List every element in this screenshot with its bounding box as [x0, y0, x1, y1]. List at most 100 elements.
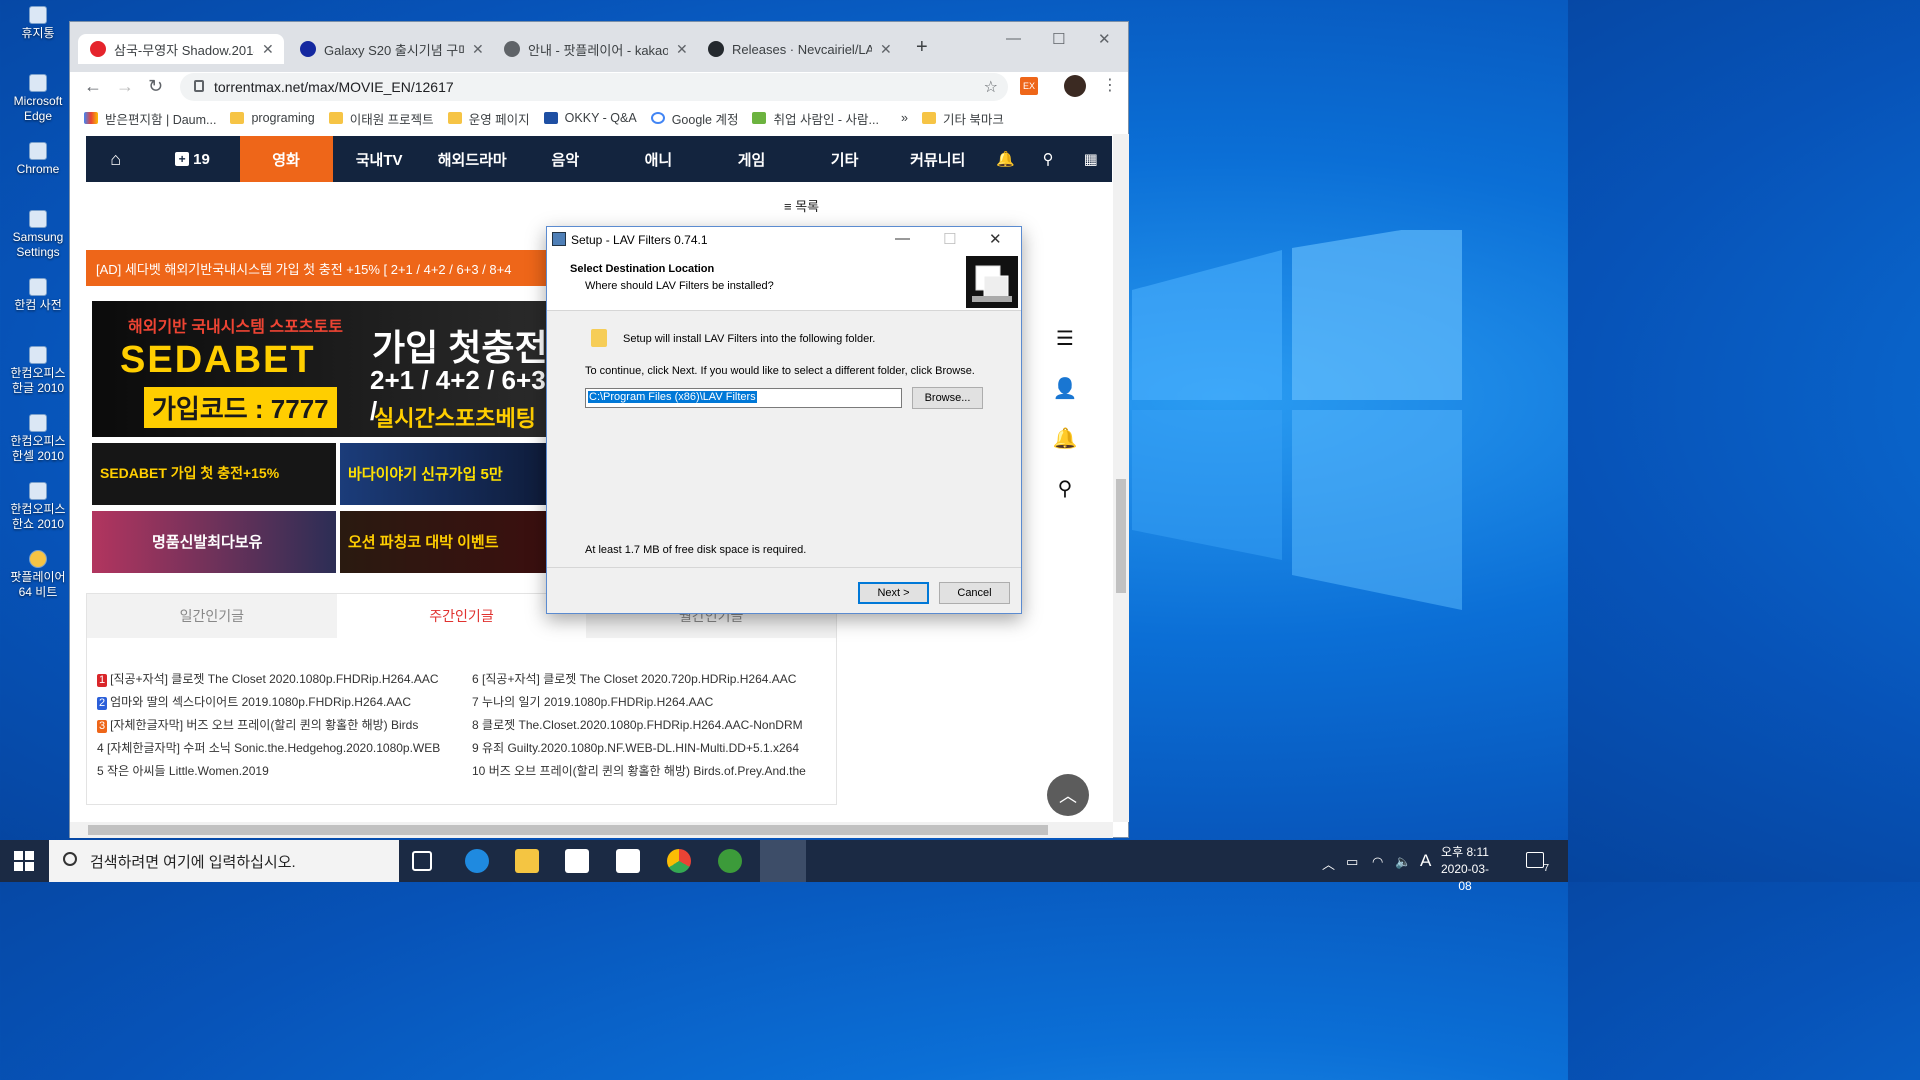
tab-close-icon[interactable]: ✕	[880, 41, 892, 58]
other-bookmarks[interactable]: 기타 북마크	[921, 109, 1004, 128]
banner-small[interactable]: SEDABET 가입 첫 충전+15%	[92, 443, 336, 505]
notification-icon[interactable]: 7	[1526, 852, 1549, 874]
vertical-scrollbar[interactable]	[1113, 134, 1129, 822]
reload-icon[interactable]: ↻	[148, 76, 163, 97]
menu-dots-icon[interactable]: ⋮	[1102, 75, 1118, 95]
list-item[interactable]: 8 클로젯 The.Closet.2020.1080p.FHDRip.H264.…	[472, 714, 824, 737]
nav-music[interactable]: 음악	[519, 136, 612, 182]
nav-movie[interactable]: 영화	[239, 136, 333, 182]
desktop-icon-potplayer[interactable]: 팟플레이어 64 비트	[4, 550, 72, 600]
browse-button[interactable]: Browse...	[912, 387, 983, 409]
tab-3[interactable]: 안내 - 팟플레이어 - kakao ✕	[492, 34, 698, 64]
ad-bar[interactable]: [AD] 세다벳 해외기반국내시스템 가입 첫 충전 +15% [ 2+1 / …	[86, 250, 548, 286]
list-item[interactable]: 1 [직공+자석] 클로젯 The Closet 2020.1080p.FHDRi…	[97, 668, 449, 691]
mail-icon[interactable]	[616, 849, 640, 873]
desktop-icon-hancell[interactable]: 한컴오피스 한셀 2010	[4, 414, 72, 464]
nav-korean-tv[interactable]: 국내TV	[333, 136, 426, 182]
bell-icon[interactable]: 🔔	[984, 136, 1027, 182]
bookmark-folder[interactable]: 이태원 프로젝트	[328, 109, 434, 128]
list-item[interactable]: 7 누나의 일기 2019.1080p.FHDRip.H264.AAC	[472, 691, 824, 714]
store-icon[interactable]	[565, 849, 589, 873]
bookmark-folder[interactable]: programing	[230, 111, 315, 125]
bookmarks-overflow[interactable]: »	[901, 111, 908, 125]
bookmark-item[interactable]: OKKY - Q&A	[543, 111, 637, 125]
bookmark-item[interactable]: 취업 사람인 - 사람...	[752, 109, 879, 128]
close-icon[interactable]: ✕	[989, 230, 1002, 248]
desktop-icon-hancom-dict[interactable]: 한컴 사전	[4, 278, 72, 313]
list-item[interactable]: 10 버즈 오브 프레이(할리 퀸의 황홀한 해방) Birds.of.Prey…	[472, 760, 824, 783]
forward-icon[interactable]: →	[116, 76, 134, 97]
search-icon[interactable]: ⚲	[1040, 476, 1090, 526]
setup-taskbar-button[interactable]	[760, 840, 806, 882]
list-item[interactable]: 4 [자체한글자막] 수퍼 소닉 Sonic.the.Hedgehog.2020…	[97, 737, 449, 760]
wifi-icon[interactable]: ◠	[1372, 854, 1383, 870]
nav-etc[interactable]: 기타	[798, 136, 891, 182]
ime-indicator[interactable]: A	[1420, 851, 1431, 871]
banner-small[interactable]: 바다이야기 신규가입 5만	[340, 443, 548, 505]
cancel-button[interactable]: Cancel	[939, 582, 1010, 604]
nav-adult[interactable]: + 19	[145, 136, 239, 182]
scrollbar-thumb[interactable]	[88, 825, 1048, 835]
desktop-icon-samsung-settings[interactable]: Samsung Settings	[4, 210, 72, 260]
address-bar[interactable]: torrentmax.net/max/MOVIE_EN/12617 ☆	[180, 73, 1008, 101]
nav-foreign-drama[interactable]: 해외드라마	[426, 136, 519, 182]
grid-icon[interactable]: ▦	[1069, 136, 1112, 182]
list-item[interactable]: 5 작은 아씨들 Little.Women.2019	[97, 760, 449, 783]
search-icon[interactable]: ⚲	[1027, 136, 1070, 182]
tab-1[interactable]: 삼국-무영자 Shadow.2018 ✕	[78, 34, 284, 64]
desktop-icon-chrome[interactable]: Chrome	[4, 142, 72, 177]
scrollbar-thumb[interactable]	[1116, 479, 1126, 593]
destination-path-input[interactable]: C:\Program Files (x86)\LAV Filters	[585, 388, 902, 408]
nav-game[interactable]: 게임	[705, 136, 798, 182]
battery-icon[interactable]: ▭	[1346, 854, 1358, 870]
maximize-icon[interactable]: ☐	[1052, 30, 1065, 48]
file-explorer-icon[interactable]	[515, 849, 539, 873]
minimize-icon[interactable]: —	[1006, 30, 1021, 47]
banner-small[interactable]: 명품신발최다보유	[92, 511, 336, 573]
list-item[interactable]: 6 [직공+자석] 클로젯 The Closet 2020.720p.HDRip…	[472, 668, 824, 691]
tab-close-icon[interactable]: ✕	[472, 41, 484, 58]
desktop-icon-recycle-bin[interactable]: 휴지통	[4, 6, 72, 41]
tab-4[interactable]: Releases · Nevcairiel/LAV ✕	[696, 34, 902, 64]
chevron-up-icon[interactable]: ︿	[1322, 854, 1335, 873]
list-item[interactable]: 2 엄마와 딸의 섹스다이어트 2019.1080p.FHDRip.H264.AA…	[97, 691, 449, 714]
desktop-icon-hanshow[interactable]: 한컴오피스 한쇼 2010	[4, 482, 72, 532]
tab-close-icon[interactable]: ✕	[676, 41, 688, 58]
start-button[interactable]	[14, 851, 34, 871]
clock[interactable]: 오후 8:11 2020-03-08	[1440, 844, 1490, 895]
desktop-icon-edge[interactable]: Microsoft Edge	[4, 74, 72, 124]
taskbar-search[interactable]: 검색하려면 여기에 입력하십시오.	[49, 840, 399, 882]
scroll-top-button[interactable]: ︿	[1047, 774, 1089, 816]
banner-main[interactable]: 해외기반 국내시스템 스포츠토토 SEDABET 가입코드 : 7777 가입 …	[92, 301, 548, 437]
tab-daily[interactable]: 일간인기글	[87, 594, 337, 638]
list-item[interactable]: 9 유죄 Guilty.2020.1080p.NF.WEB-DL.HIN-Mul…	[472, 737, 824, 760]
bookmark-item[interactable]: 받은편지함 | Daum...	[84, 109, 216, 128]
bell-icon[interactable]: 🔔	[1040, 426, 1090, 476]
nav-community[interactable]: 커뮤니티	[891, 136, 984, 182]
bookmark-star-icon[interactable]: ☆	[984, 77, 998, 97]
list-item[interactable]: 3 [자체한글자막] 버즈 오브 프레이(할리 퀸의 황홀한 해방) Birds	[97, 714, 449, 737]
banner-small[interactable]: 오션 파칭코 대박 이벤트	[340, 511, 548, 573]
volume-icon[interactable]: 🔈	[1395, 854, 1411, 870]
horizontal-scrollbar[interactable]	[70, 822, 1113, 838]
close-icon[interactable]: ✕	[1098, 30, 1111, 48]
desktop-icon-hangul[interactable]: 한컴오피스 한글 2010	[4, 346, 72, 396]
tab-2[interactable]: Galaxy S20 출시기념 구매 ✕	[288, 34, 494, 64]
next-button[interactable]: Next >	[858, 582, 929, 604]
back-icon[interactable]: ←	[84, 76, 102, 97]
minimize-icon[interactable]: —	[895, 230, 910, 247]
home-icon[interactable]: ⌂	[86, 136, 145, 182]
chrome-icon[interactable]	[667, 849, 691, 873]
bookmark-folder[interactable]: 운영 페이지	[447, 109, 530, 128]
hamburger-icon[interactable]: ☰	[1040, 326, 1090, 376]
user-icon[interactable]: 👤	[1040, 376, 1090, 426]
extension-icon[interactable]: EX	[1020, 77, 1038, 95]
bookmark-item[interactable]: Google 계정	[650, 109, 738, 128]
utorrent-icon[interactable]	[718, 849, 742, 873]
task-view-icon[interactable]	[412, 851, 432, 871]
list-link[interactable]: ≡ 목록	[784, 196, 819, 215]
tab-close-icon[interactable]: ✕	[262, 41, 274, 58]
new-tab-icon[interactable]: +	[916, 36, 928, 59]
avatar[interactable]	[1064, 75, 1086, 97]
nav-anime[interactable]: 애니	[612, 136, 705, 182]
